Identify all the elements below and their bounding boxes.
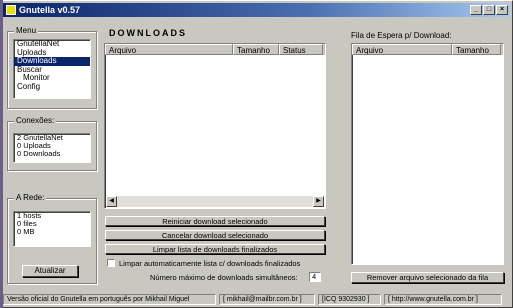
auto-clear-checkbox[interactable] (107, 259, 115, 267)
auto-clear-label: Limpar automaticamente lista c/ download… (119, 259, 301, 268)
col-arquivo[interactable]: Arquivo (105, 44, 233, 55)
connections-downloads: 0 Downloads (17, 149, 61, 158)
scroll-left-icon[interactable]: ◀ (106, 196, 117, 207)
status-icq: [ICQ 9302930 ] (318, 294, 381, 305)
max-downloads-input[interactable]: 4 (309, 272, 321, 282)
downloads-title: DOWNLOADS (109, 28, 187, 38)
minimize-button[interactable]: _ (470, 5, 482, 15)
network-size: 0 MB (17, 227, 35, 236)
status-bar: Versão oficial do Gnutella em português … (3, 294, 510, 305)
clear-downloads-button[interactable]: Limpar lista de downloads finalizados (105, 244, 325, 254)
restart-download-button[interactable]: Reiniciar download selecionado (105, 216, 325, 226)
queue-col-arquivo[interactable]: Arquivo (352, 44, 452, 55)
remove-queued-button[interactable]: Remover arquivo selecionado da fila (351, 272, 504, 283)
queue-title: Fila de Espera p/ Download: (351, 31, 452, 40)
status-email: [ mikhail@mailbr.com.br ] (219, 294, 315, 305)
scroll-right-icon[interactable]: ▶ (313, 196, 324, 207)
menu-group-label: Menu (14, 26, 39, 35)
window-controls: _ □ × (470, 5, 508, 15)
window-title: Gnutella v0.57 (19, 5, 81, 15)
col-status[interactable]: Status (279, 44, 323, 55)
app-icon (6, 5, 16, 15)
update-button[interactable]: Atualizar (22, 265, 78, 277)
downloads-hscrollbar[interactable]: ◀ ▶ (106, 196, 324, 207)
title-bar[interactable]: Gnutella v0.57 _ □ × (3, 3, 510, 17)
desktop-left-edge (0, 0, 3, 308)
cancel-download-button[interactable]: Cancelar download selecionado (105, 230, 325, 240)
network-label: A Rede: (14, 193, 47, 202)
menu-item-config[interactable]: Config (14, 82, 90, 92)
status-version: Versão oficial do Gnutella em português … (3, 294, 216, 305)
downloads-header: Arquivo Tamanho Status (105, 44, 325, 55)
connections-group: Conexões: 2 GnutellaNet 0 Uploads 0 Down… (7, 116, 97, 171)
maximize-button[interactable]: □ (483, 5, 495, 15)
downloads-table[interactable]: Arquivo Tamanho Status ◀ ▶ (104, 43, 326, 209)
network-group: A Rede: 1 hosts 0 files 0 MB Atualizar (7, 193, 97, 284)
queue-header: Arquivo Tamanho (352, 44, 503, 55)
queue-col-tamanho[interactable]: Tamanho (452, 44, 501, 55)
menu-group: Menu GnutellaNet Uploads Downloads Busca… (7, 26, 97, 109)
menu-list[interactable]: GnutellaNet Uploads Downloads Buscar Mon… (13, 39, 91, 99)
col-tamanho[interactable]: Tamanho (233, 44, 279, 55)
close-button[interactable]: × (496, 5, 508, 15)
status-site: [ http://www.gnutella.com.br ] (384, 294, 502, 305)
connections-label: Conexões: (14, 116, 57, 125)
max-downloads-label: Número máximo de downloads simultâneos: (150, 273, 298, 282)
connections-box: 2 GnutellaNet 0 Uploads 0 Downloads (13, 133, 91, 163)
network-box: 1 hosts 0 files 0 MB (13, 211, 91, 247)
gnutella-window: Gnutella v0.57 _ □ × Menu GnutellaNet Up… (0, 0, 513, 308)
queue-table[interactable]: Arquivo Tamanho (351, 43, 504, 265)
